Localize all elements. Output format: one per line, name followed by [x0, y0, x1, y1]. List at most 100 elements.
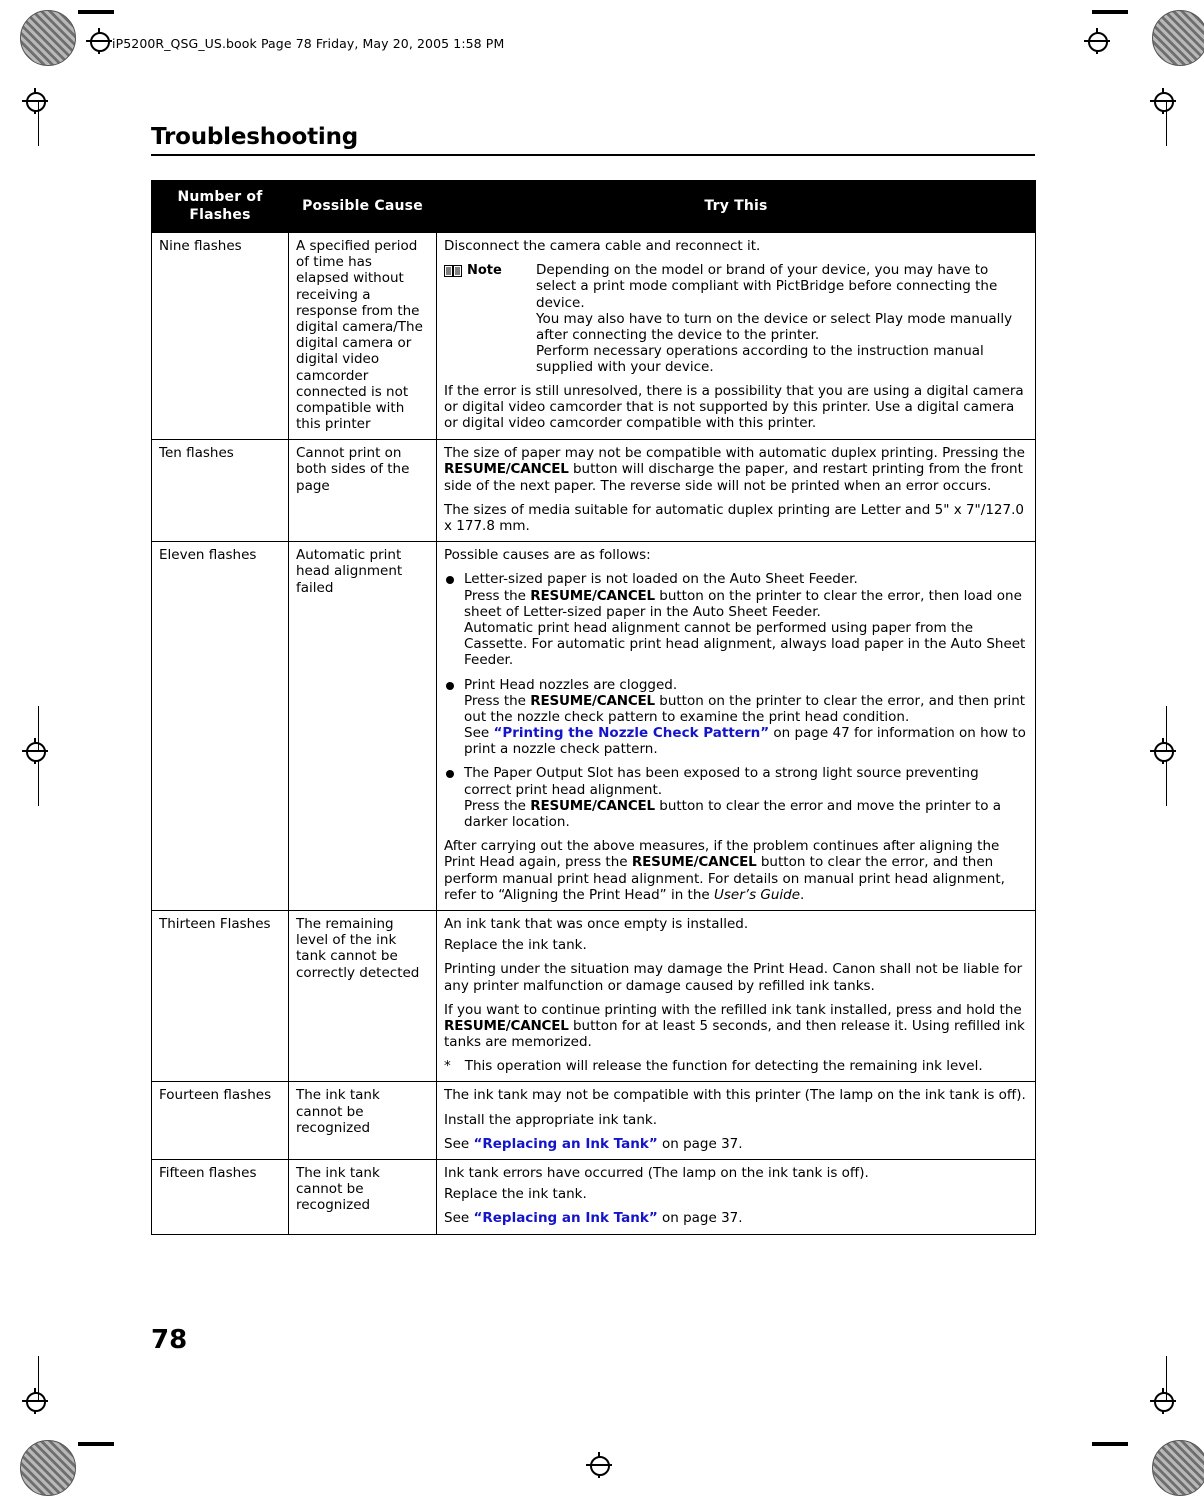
- text-part: Press the: [464, 587, 531, 604]
- crosshair-registration-icon: [1150, 738, 1176, 764]
- cell-try: Ink tank errors have occurred (The lamp …: [436, 1159, 1036, 1235]
- try-outro: If the error is still unresolved, there …: [444, 382, 1024, 431]
- error-flash-table: Number of Flashes Possible Cause Try Thi…: [151, 180, 1036, 1235]
- bullet-line: Print Head nozzles are clogged.: [464, 676, 678, 693]
- text-part: See: [464, 725, 494, 742]
- list-item: The Paper Output Slot has been exposed t…: [444, 765, 1028, 830]
- footnote-marker: *: [444, 1058, 451, 1075]
- cross-reference-link[interactable]: “Replacing an Ink Tank”: [473, 1210, 657, 1226]
- crosshair-registration-icon: [1150, 1388, 1176, 1414]
- note-block: Note Depending on the model or brand of …: [444, 262, 1028, 375]
- try-paragraph: Ink tank errors have occurred (The lamp …: [444, 1165, 869, 1181]
- file-stamp: iP5200R_QSG_US.book Page 78 Friday, May …: [112, 36, 505, 51]
- cell-try: Disconnect the camera cable and reconnec…: [436, 231, 1036, 441]
- text-part: See: [444, 1210, 474, 1227]
- try-paragraph: The sizes of media suitable for automati…: [444, 501, 1024, 534]
- title-divider: [151, 154, 1035, 156]
- try-outro: After carrying out the above measures, i…: [444, 838, 1028, 903]
- cell-flashes: Fourteen flashes: [151, 1081, 289, 1160]
- cell-cause: Cannot print on both sides of the page: [288, 439, 437, 543]
- page-number: 78: [151, 1325, 188, 1355]
- crosshair-registration-icon: [586, 1452, 612, 1478]
- table-row: Nine flashes A specified period of time …: [151, 231, 1036, 441]
- bullet-line: The Paper Output Slot has been exposed t…: [464, 765, 979, 798]
- error-flash-table-wrapper: Number of Flashes Possible Cause Try Thi…: [151, 180, 1036, 1235]
- try-paragraph: Replace the ink tank.: [444, 1186, 587, 1203]
- resume-cancel-button-label: RESUME/CANCEL: [444, 1017, 569, 1034]
- column-header-try: Try This: [436, 180, 1036, 233]
- crosshair-registration-icon: [22, 1388, 48, 1414]
- note-line: You may also have to turn on the device …: [536, 310, 1013, 343]
- cell-flashes: Ten flashes: [151, 439, 289, 543]
- text-part: Press the: [464, 692, 531, 709]
- trim-bar-bottom-left: [78, 1442, 114, 1446]
- cell-cause: Automatic print head alignment failed: [288, 541, 437, 911]
- cell-flashes: Nine flashes: [151, 231, 289, 441]
- footnote-row: * This operation will release the functi…: [444, 1058, 1028, 1074]
- try-paragraph: Install the appropriate ink tank.: [444, 1111, 657, 1128]
- note-line: Depending on the model or brand of your …: [536, 262, 998, 311]
- fold-tick: [38, 100, 39, 146]
- column-header-cause: Possible Cause: [288, 180, 437, 233]
- crosshair-registration-icon: [22, 738, 48, 764]
- cell-flashes: Fifteen flashes: [151, 1159, 289, 1235]
- bullet-line: Automatic print head alignment cannot be…: [464, 619, 1026, 669]
- trim-bar-top-left: [78, 10, 114, 14]
- list-item: Letter-sized paper is not loaded on the …: [444, 571, 1028, 668]
- trim-bar-top-right: [1092, 10, 1128, 14]
- table-row: Fifteen flashes The ink tank cannot be r…: [151, 1159, 1036, 1235]
- try-paragraph: Printing under the situation may damage …: [444, 961, 1023, 994]
- fold-tick: [1166, 760, 1167, 806]
- note-book-icon: [444, 264, 463, 278]
- text-part: on page 37.: [657, 1135, 743, 1152]
- fold-tick: [1166, 100, 1167, 146]
- crosshair-registration-icon: [22, 88, 48, 114]
- try-paragraph: The ink tank may not be compatible with …: [444, 1087, 1026, 1104]
- cell-cause: The ink tank cannot be recognized: [288, 1081, 437, 1160]
- column-header-flashes: Number of Flashes: [151, 180, 289, 233]
- try-paragraph: An ink tank that was once empty is insta…: [444, 915, 749, 932]
- resume-cancel-button-label: RESUME/CANCEL: [631, 854, 757, 871]
- fold-tick: [1166, 1356, 1167, 1402]
- try-paragraph: The size of paper may not be compatible …: [444, 445, 1028, 494]
- try-intro: Disconnect the camera cable and reconnec…: [444, 238, 761, 254]
- registration-mark-icon: [20, 1440, 76, 1496]
- fold-tick: [1166, 706, 1167, 752]
- fold-tick: [38, 760, 39, 806]
- registration-mark-icon: [20, 10, 76, 66]
- resume-cancel-button-label: RESUME/CANCEL: [530, 587, 655, 604]
- table-row: Ten flashes Cannot print on both sides o…: [151, 439, 1036, 543]
- resume-cancel-button-label: RESUME/CANCEL: [444, 461, 569, 478]
- note-line: Perform necessary operations according t…: [536, 343, 984, 376]
- note-body: Depending on the model or brand of your …: [536, 262, 1028, 375]
- text-part: Press the: [464, 797, 531, 814]
- cell-try: An ink tank that was once empty is insta…: [436, 909, 1036, 1083]
- bullet-line: Letter-sized paper is not loaded on the …: [464, 571, 858, 588]
- cross-reference-link[interactable]: “Replacing an Ink Tank”: [473, 1136, 657, 1152]
- try-paragraph: See “Replacing an Ink Tank” on page 37.: [444, 1136, 1028, 1152]
- try-paragraph: If you want to continue printing with th…: [444, 1002, 1028, 1051]
- table-row: Thirteen Flashes The remaining level of …: [151, 909, 1036, 1083]
- text-part: The size of paper may not be compatible …: [444, 445, 1025, 462]
- trim-bar-bottom-right: [1092, 1442, 1128, 1446]
- text-part: on page 37.: [657, 1210, 743, 1227]
- text-part: .: [800, 886, 805, 903]
- text-part: See: [444, 1135, 474, 1152]
- footnote-text: This operation will release the function…: [464, 1058, 983, 1075]
- try-paragraph: Replace the ink tank.: [444, 937, 587, 954]
- registration-mark-icon: [1152, 10, 1204, 66]
- crosshair-registration-icon: [86, 28, 112, 54]
- try-paragraph: See “Replacing an Ink Tank” on page 37.: [444, 1210, 1028, 1226]
- crosshair-registration-icon: [1150, 88, 1176, 114]
- registration-mark-icon: [1152, 1440, 1204, 1496]
- table-header-row: Number of Flashes Possible Cause Try Thi…: [151, 180, 1036, 233]
- guide-title: User’s Guide: [714, 886, 801, 903]
- note-word: Note: [467, 263, 502, 279]
- resume-cancel-button-label: RESUME/CANCEL: [530, 692, 655, 709]
- cross-reference-link[interactable]: “Printing the Nozzle Check Pattern”: [493, 725, 769, 741]
- try-intro: Possible causes are as follows:: [444, 547, 651, 564]
- fold-tick: [38, 706, 39, 752]
- resume-cancel-button-label: RESUME/CANCEL: [530, 797, 655, 814]
- cell-try: Possible causes are as follows: Letter-s…: [436, 541, 1036, 911]
- fold-tick: [38, 1356, 39, 1402]
